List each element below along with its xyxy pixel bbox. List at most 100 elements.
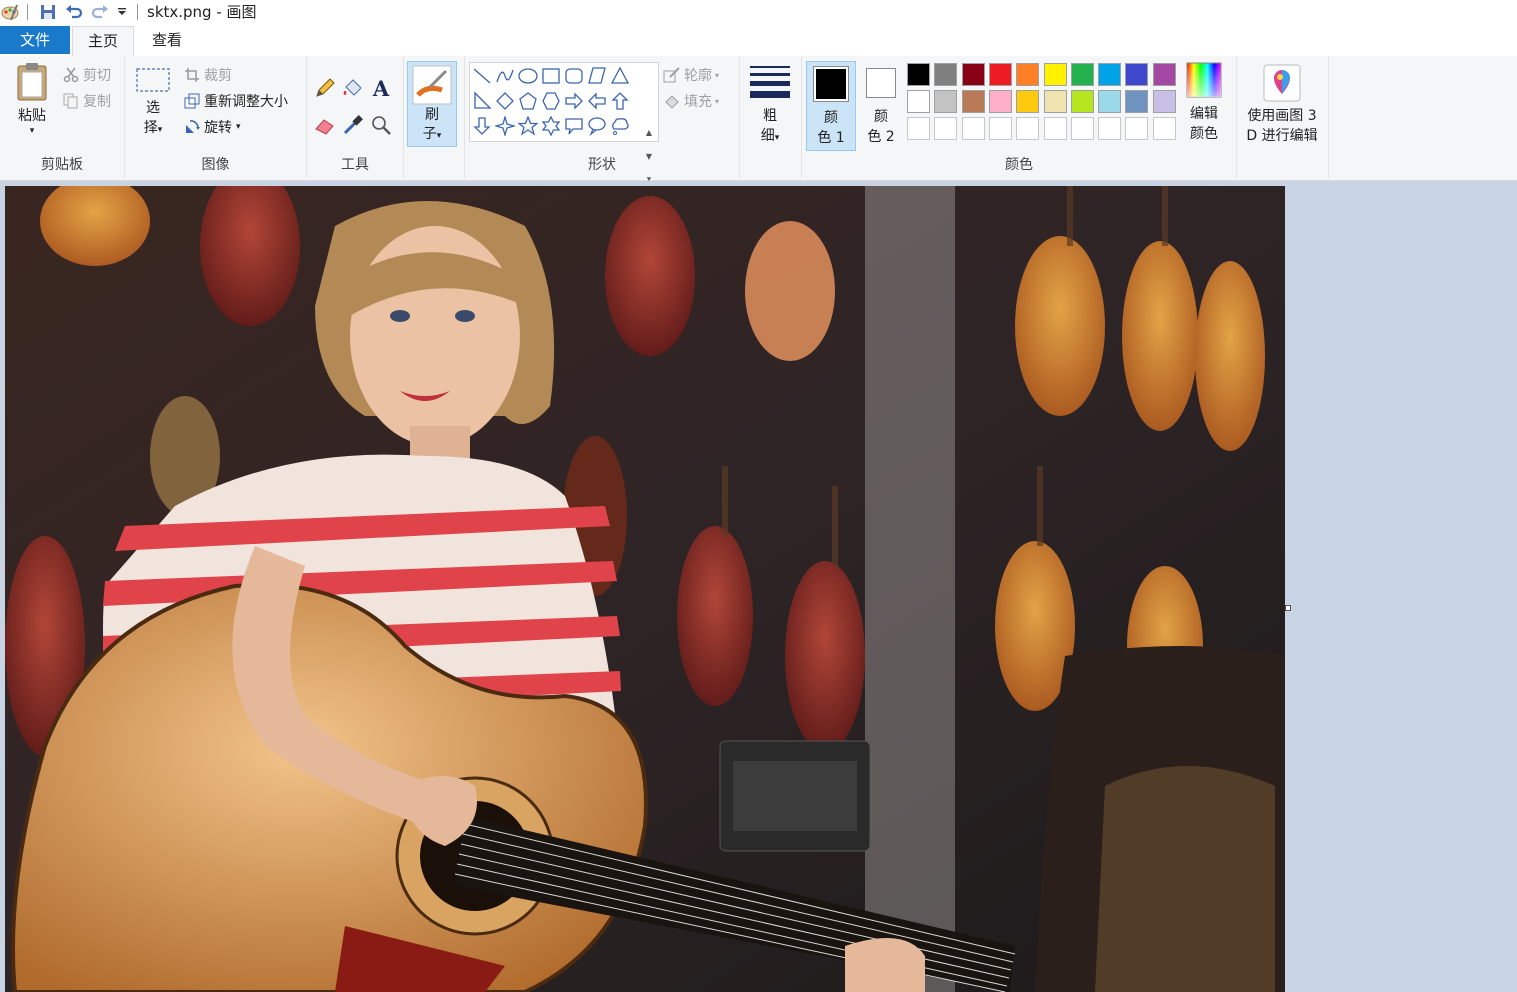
color2-swatch	[869, 71, 893, 95]
six-point-star-shape-icon[interactable]	[540, 115, 562, 137]
palette-swatch[interactable]	[1043, 90, 1067, 113]
polygon-shape-icon[interactable]	[586, 65, 608, 87]
resize-button[interactable]: 重新调整大小	[183, 91, 288, 111]
oval-callout-shape-icon[interactable]	[586, 115, 608, 137]
rectangle-shape-icon[interactable]	[540, 65, 562, 87]
right-triangle-shape-icon[interactable]	[471, 90, 493, 112]
fill-dropdown-icon[interactable]: ▾	[715, 97, 719, 106]
canvas-workspace[interactable]	[0, 181, 1517, 992]
resize-handle-right[interactable]	[1285, 605, 1291, 611]
tab-view[interactable]: 查看	[137, 26, 197, 56]
palette-swatch[interactable]	[1152, 117, 1176, 140]
palette-swatch[interactable]	[1070, 90, 1094, 113]
right-arrow-shape-icon[interactable]	[563, 90, 585, 112]
brushes-dropdown-icon[interactable]: ▾	[437, 131, 442, 141]
rotate-dropdown-icon[interactable]: ▾	[236, 122, 241, 132]
magnifier-icon[interactable]	[369, 113, 393, 137]
tab-home[interactable]: 主页	[72, 26, 134, 57]
edit-colors-button[interactable]: 编辑 颜色	[1178, 62, 1230, 144]
canvas-image[interactable]	[5, 186, 1285, 992]
left-arrow-shape-icon[interactable]	[586, 90, 608, 112]
brushes-button[interactable]: 刷 子▾	[407, 61, 457, 147]
rounded-rectangle-shape-icon[interactable]	[563, 65, 585, 87]
fill-button[interactable]: 填充 ▾	[663, 91, 719, 111]
down-arrow-shape-icon[interactable]	[471, 115, 493, 137]
palette-swatch[interactable]	[1125, 117, 1149, 140]
cloud-callout-shape-icon[interactable]	[609, 115, 631, 137]
palette-swatch[interactable]	[934, 90, 958, 113]
palette-swatch[interactable]	[907, 90, 930, 113]
clipboard-group-label: 剪贴板	[41, 157, 83, 173]
outline-icon	[663, 66, 681, 84]
redo-icon[interactable]	[90, 3, 110, 21]
palette-swatch[interactable]	[1098, 117, 1122, 140]
select-dropdown-icon[interactable]: ▾	[158, 125, 163, 135]
color-picker-icon[interactable]	[341, 113, 365, 137]
tab-file[interactable]: 文件	[0, 26, 70, 54]
palette-swatch[interactable]	[1098, 90, 1122, 113]
outline-button[interactable]: 轮廓 ▾	[663, 65, 719, 85]
five-point-star-shape-icon[interactable]	[517, 115, 539, 137]
diamond-shape-icon[interactable]	[494, 90, 516, 112]
palette-swatch[interactable]	[988, 63, 1012, 86]
palette-swatch[interactable]	[961, 117, 985, 140]
rectangular-callout-shape-icon[interactable]	[563, 115, 585, 137]
palette-swatch[interactable]	[988, 90, 1012, 113]
shapes-scroll-up-icon[interactable]: ▲	[643, 122, 655, 142]
color1-button[interactable]: 颜 色 1	[806, 61, 856, 151]
line-shape-icon[interactable]	[471, 65, 493, 87]
eraser-icon[interactable]	[313, 113, 337, 137]
palette-swatch[interactable]	[1152, 63, 1176, 86]
palette-swatch[interactable]	[934, 63, 958, 86]
rotate-button[interactable]: 旋转 ▾	[183, 117, 241, 137]
pencil-icon[interactable]	[313, 76, 337, 100]
palette-swatch[interactable]	[1043, 117, 1067, 140]
triangle-shape-icon[interactable]	[609, 65, 631, 87]
palette-swatch[interactable]	[934, 117, 958, 140]
paint-app-icon[interactable]	[0, 3, 20, 21]
palette-swatch[interactable]	[907, 63, 930, 86]
size-button[interactable]: 粗 细▾	[746, 62, 794, 148]
palette-swatch[interactable]	[961, 90, 985, 113]
edit-with-paint3d-button[interactable]: 使用画图 3 D 进行编辑	[1239, 64, 1325, 146]
rotate-icon	[183, 118, 201, 136]
palette-swatch[interactable]	[1016, 117, 1040, 140]
palette-swatch[interactable]	[907, 117, 930, 140]
crop-label: 裁剪	[204, 68, 232, 84]
save-icon[interactable]	[38, 3, 58, 21]
paste-button[interactable]: 粘贴 ▾	[6, 62, 58, 136]
curve-shape-icon[interactable]	[494, 65, 516, 87]
paste-dropdown-icon[interactable]: ▾	[6, 126, 58, 136]
color2-button[interactable]: 颜 色 2	[857, 61, 905, 149]
window-title: sktx.png - 画图	[147, 3, 257, 21]
pentagon-shape-icon[interactable]	[517, 90, 539, 112]
text-icon[interactable]: A	[369, 76, 393, 100]
customize-dropdown-icon[interactable]	[115, 3, 129, 21]
palette-swatch[interactable]	[961, 63, 985, 86]
select-button[interactable]: 选 择▾	[131, 66, 175, 140]
palette-swatch[interactable]	[1125, 90, 1149, 113]
paint3d-group: 使用画图 3 D 进行编辑	[1237, 56, 1329, 178]
size-dropdown-icon[interactable]: ▾	[775, 133, 780, 143]
hexagon-shape-icon[interactable]	[540, 90, 562, 112]
palette-swatch[interactable]	[1016, 63, 1040, 86]
palette-swatch[interactable]	[1152, 90, 1176, 113]
palette-swatch[interactable]	[1098, 63, 1122, 86]
palette-swatch[interactable]	[1016, 90, 1040, 113]
palette-swatch[interactable]	[1125, 63, 1149, 86]
crop-button[interactable]: 裁剪	[183, 65, 232, 85]
palette-swatch[interactable]	[1043, 63, 1067, 86]
palette-swatch[interactable]	[988, 117, 1012, 140]
brushes-label-row: 子▾	[408, 125, 456, 145]
four-point-star-shape-icon[interactable]	[494, 115, 516, 137]
copy-button[interactable]: 复制	[62, 91, 111, 111]
oval-shape-icon[interactable]	[517, 65, 539, 87]
shapes-scroll-down-icon[interactable]: ▼	[643, 146, 655, 166]
fill-bucket-icon[interactable]	[341, 76, 365, 100]
cut-button[interactable]: 剪切	[62, 65, 111, 85]
palette-swatch[interactable]	[1070, 63, 1094, 86]
palette-swatch[interactable]	[1070, 117, 1094, 140]
undo-icon[interactable]	[64, 3, 84, 21]
up-arrow-shape-icon[interactable]	[609, 90, 631, 112]
outline-dropdown-icon[interactable]: ▾	[715, 71, 719, 80]
